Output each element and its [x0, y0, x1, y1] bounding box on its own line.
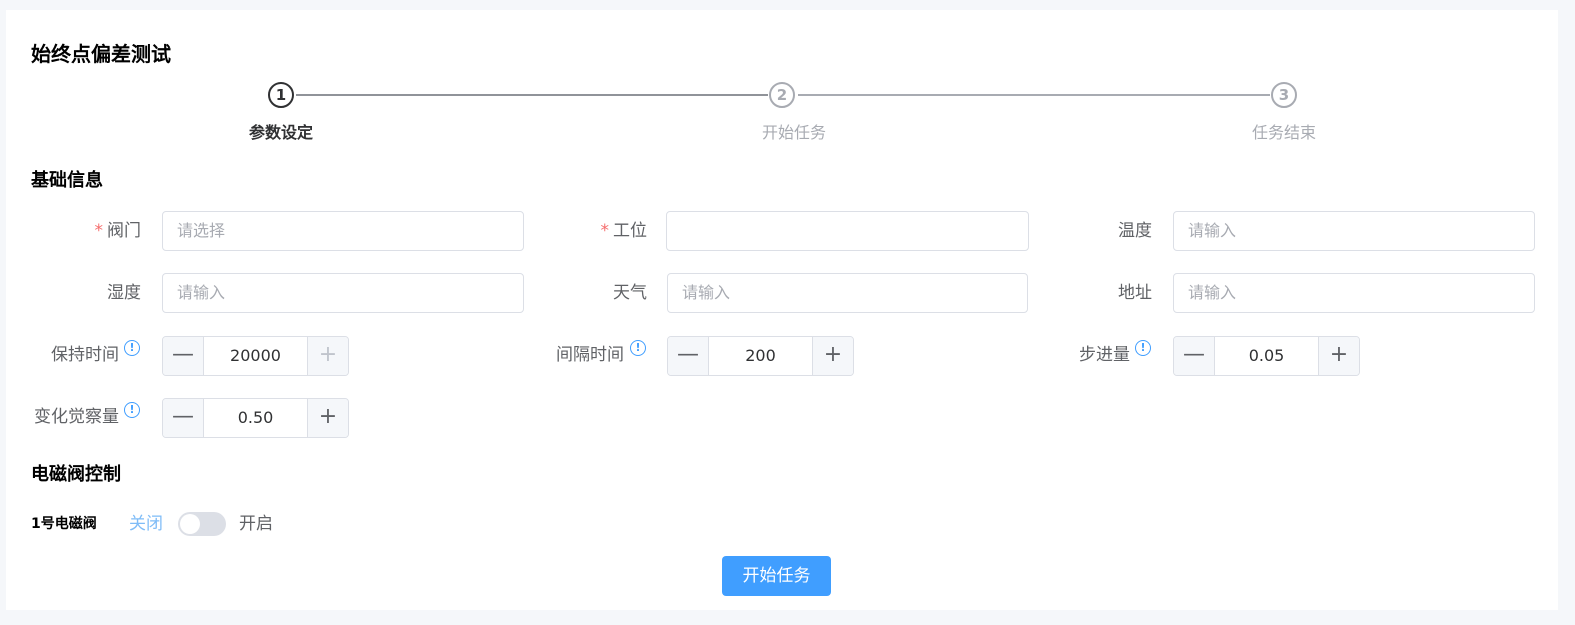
interval-time-increase-button[interactable]: +: [812, 337, 853, 375]
change-sensitivity-decrease-button[interactable]: —: [163, 399, 204, 437]
weather-label: 天气: [613, 283, 647, 303]
change-sensitivity-stepper: — 0.50 +: [162, 398, 349, 438]
valve-label: * 阀门: [66, 219, 142, 243]
humidity-label: 湿度: [107, 283, 141, 303]
valve-label-text: 阀门: [107, 221, 141, 241]
weather-input[interactable]: 请输入: [667, 273, 1028, 313]
step-3-icon: 3: [1271, 82, 1297, 108]
interval-time-info-icon[interactable]: !: [630, 340, 646, 356]
solenoid-1-on-text[interactable]: 开启: [239, 512, 273, 536]
hold-time-stepper: — 20000 +: [162, 336, 349, 376]
station-input[interactable]: [666, 211, 1029, 251]
step-2-label: 开始任务: [761, 123, 826, 142]
step-1-icon: 1: [268, 82, 294, 108]
step-amount-stepper: — 0.05 +: [1173, 336, 1360, 376]
section-title-basic-info: 基础信息: [31, 170, 103, 191]
page-title: 始终点偏差测试: [31, 42, 171, 66]
interval-time-stepper: — 200 +: [667, 336, 854, 376]
change-sensitivity-label: 变化觉察量: [34, 407, 119, 427]
hold-time-label: 保持时间: [51, 345, 119, 365]
solenoid-1-label: 1号电磁阀: [31, 516, 97, 532]
solenoid-1-off-text[interactable]: 关闭: [129, 512, 163, 536]
step-connector-1: [296, 94, 768, 96]
interval-time-value[interactable]: 200: [709, 337, 812, 375]
interval-time-label: 间隔时间: [556, 345, 624, 365]
temperature-label: 温度: [1118, 221, 1152, 241]
valve-select[interactable]: 请选择: [162, 211, 524, 251]
station-label-text: 工位: [613, 221, 647, 241]
station-label: * 工位: [566, 219, 648, 243]
solenoid-1-switch[interactable]: [178, 512, 226, 536]
change-sensitivity-increase-button[interactable]: +: [307, 399, 348, 437]
temperature-input[interactable]: 请输入: [1173, 211, 1535, 251]
interval-time-decrease-button[interactable]: —: [668, 337, 709, 375]
step-3-label: 任务结束: [1251, 123, 1316, 142]
step-2-icon: 2: [769, 82, 795, 108]
step-amount-decrease-button[interactable]: —: [1174, 337, 1215, 375]
switch-knob: [180, 514, 200, 534]
address-label: 地址: [1118, 283, 1152, 303]
hold-time-value[interactable]: 20000: [204, 337, 307, 375]
hold-time-decrease-button[interactable]: —: [163, 337, 204, 375]
step-amount-label: 步进量: [1079, 345, 1130, 365]
step-connector-2: [798, 94, 1270, 96]
section-title-solenoid: 电磁阀控制: [31, 464, 121, 485]
hold-time-increase-button[interactable]: +: [307, 337, 348, 375]
main-card: 始终点偏差测试 1 参数设定 2 开始任务 3 任务结束 基础信息 * 阀门 请选…: [6, 10, 1558, 610]
step-amount-value[interactable]: 0.05: [1215, 337, 1318, 375]
hold-time-info-icon[interactable]: !: [124, 340, 140, 356]
humidity-input[interactable]: 请输入: [162, 273, 524, 313]
step-amount-increase-button[interactable]: +: [1318, 337, 1359, 375]
step-amount-info-icon[interactable]: !: [1135, 340, 1151, 356]
change-sensitivity-value[interactable]: 0.50: [204, 399, 307, 437]
change-sensitivity-info-icon[interactable]: !: [124, 402, 140, 418]
step-1-label: 参数设定: [248, 123, 313, 142]
required-mark: *: [94, 221, 104, 241]
required-mark: *: [600, 221, 610, 241]
address-input[interactable]: 请输入: [1173, 273, 1535, 313]
start-task-button[interactable]: 开始任务: [722, 556, 831, 596]
